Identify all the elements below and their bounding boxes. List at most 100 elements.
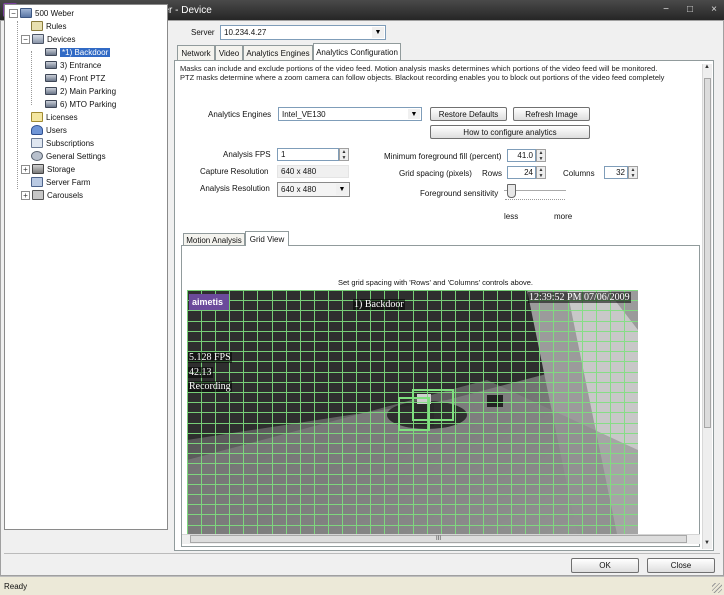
- resize-grip-icon[interactable]: [712, 583, 722, 593]
- tree-item-label: Subscriptions: [46, 138, 95, 148]
- how-to-configure-button[interactable]: How to configure analytics: [430, 125, 590, 139]
- sensitivity-less-label: less: [504, 212, 519, 221]
- expand-icon[interactable]: +: [21, 190, 30, 200]
- columns-label: Columns: [563, 169, 595, 178]
- description-line: Masks can include and exclude portions o…: [180, 64, 658, 73]
- collapse-icon[interactable]: −: [21, 34, 30, 44]
- tree-item-entrance[interactable]: 3) Entrance: [45, 59, 101, 71]
- vertical-scroll-thumb[interactable]: [704, 78, 711, 428]
- restore-defaults-button[interactable]: Restore Defaults: [430, 107, 507, 121]
- tab-grid-view[interactable]: Grid View: [245, 231, 289, 246]
- tree-item-users[interactable]: Users: [31, 124, 67, 136]
- analytics-engine-value: Intel_VE130: [282, 109, 326, 119]
- tree-item-rules[interactable]: Rules: [31, 20, 66, 32]
- min-fill-spinner-icon[interactable]: ▲ ▼: [536, 149, 546, 162]
- collapse-icon[interactable]: −: [9, 8, 18, 18]
- devices-icon: [32, 34, 44, 44]
- tree-item-server[interactable]: − 500 Weber: [9, 7, 74, 19]
- analysis-fps-label: Analysis FPS: [223, 150, 271, 159]
- minimize-button[interactable]: −: [660, 4, 672, 15]
- tab-video[interactable]: Video: [215, 45, 243, 60]
- maximize-button[interactable]: □: [684, 4, 696, 15]
- camera-icon: [45, 61, 57, 69]
- tree-item-storage[interactable]: + Storage: [21, 163, 75, 175]
- close-window-button[interactable]: ×: [708, 4, 720, 15]
- video-preview[interactable]: [187, 290, 638, 534]
- tree-item-subscriptions[interactable]: Subscriptions: [31, 137, 94, 149]
- tree-item-label: Storage: [47, 164, 76, 174]
- aimetis-logo: aimetis: [189, 294, 229, 310]
- horizontal-scroll-thumb[interactable]: III: [190, 535, 687, 543]
- rows-input[interactable]: 24: [507, 166, 536, 179]
- description-line: PTZ masks determine where a zoom camera …: [180, 73, 665, 82]
- tab-network[interactable]: Network: [177, 45, 215, 60]
- analysis-resolution-select[interactable]: 640 x 480 ▼: [277, 182, 350, 197]
- overlay-value: 42.13: [188, 367, 213, 378]
- overlay-fps: 5.128 FPS: [188, 352, 232, 363]
- tree-item-label: 500 Weber: [35, 8, 74, 18]
- tree-item-label: Server Farm: [46, 177, 91, 187]
- grid-hint-text: Set grid spacing with 'Rows' and 'Column…: [338, 278, 533, 287]
- tree-item-label: Carousels: [47, 190, 84, 200]
- rows-spinner-icon[interactable]: ▲ ▼: [536, 166, 546, 179]
- tree-item-label: General Settings: [46, 151, 106, 161]
- tree-item-label: Users: [46, 125, 67, 135]
- sensitivity-more-label: more: [554, 212, 573, 221]
- separator: [4, 553, 720, 554]
- fps-spinner-icon[interactable]: ▲ ▼: [339, 148, 349, 161]
- tab-analytics-configuration[interactable]: Analytics Configuration: [313, 43, 401, 60]
- tree-item-front-ptz[interactable]: 4) Front PTZ: [45, 72, 105, 84]
- camera-icon: [45, 87, 57, 95]
- storage-icon: [32, 164, 44, 174]
- dropdown-arrow-icon[interactable]: ▼: [372, 27, 384, 38]
- scroll-down-icon[interactable]: ▼: [704, 540, 710, 546]
- min-foreground-fill-label: Minimum foreground fill (percent): [384, 152, 502, 161]
- tree-item-server-farm[interactable]: Server Farm: [31, 176, 90, 188]
- min-foreground-fill-input[interactable]: 41.0: [507, 149, 536, 162]
- analysis-resolution-value: 640 x 480: [281, 185, 317, 194]
- analysis-fps-input[interactable]: 1: [277, 148, 339, 161]
- sensitivity-slider-thumb[interactable]: [506, 184, 516, 198]
- subscriptions-icon: [31, 138, 43, 148]
- tree-item-label: 2) Main Parking: [60, 86, 117, 96]
- carousels-icon: [32, 190, 44, 200]
- capture-resolution-value: 640 x 480: [277, 165, 349, 178]
- tree-item-label: 4) Front PTZ: [60, 73, 106, 83]
- tree-item-general-settings[interactable]: General Settings: [31, 150, 106, 162]
- tree-item-devices[interactable]: − Devices: [21, 33, 75, 45]
- dropdown-arrow-icon[interactable]: ▼: [408, 109, 420, 119]
- overlay-timestamp: 12:39:52 PM 07/06/2009: [528, 292, 631, 303]
- ok-button[interactable]: OK: [571, 558, 639, 573]
- tree-item-mto-parking[interactable]: 6) MTO Parking: [45, 98, 116, 110]
- columns-input[interactable]: 32: [604, 166, 628, 179]
- slider-ticks: [505, 199, 565, 203]
- tree-item-label: *1) Backdoor: [60, 47, 111, 57]
- overlay-recording-status: Recording: [188, 381, 232, 392]
- dropdown-arrow-icon[interactable]: ▼: [336, 184, 348, 195]
- tree-item-label: 3) Entrance: [60, 60, 102, 70]
- refresh-image-button[interactable]: Refresh Image: [513, 107, 590, 121]
- tree-item-backdoor[interactable]: *1) Backdoor: [45, 46, 111, 58]
- close-button[interactable]: Close: [647, 558, 715, 573]
- description-text: Masks can include and exclude portions o…: [180, 64, 702, 82]
- licenses-icon: [31, 112, 43, 122]
- server-select[interactable]: 10.234.4.27 ▼: [220, 25, 386, 40]
- status-bar: Ready: [0, 576, 724, 595]
- tab-analytics-engines[interactable]: Analytics Engines: [243, 45, 313, 60]
- server-icon: [20, 8, 32, 18]
- users-icon: [31, 125, 43, 135]
- server-value: 10.234.4.27: [224, 28, 267, 37]
- rows-label: Rows: [482, 169, 503, 178]
- navigation-tree: − 500 Weber Rules − Devices *1) Backdoor…: [4, 4, 168, 530]
- scroll-up-icon[interactable]: ▲: [704, 64, 710, 70]
- grid-spacing-label: Grid spacing (pixels): [399, 169, 472, 178]
- video-frame-svg: [187, 290, 638, 534]
- tree-item-main-parking[interactable]: 2) Main Parking: [45, 85, 116, 97]
- expand-icon[interactable]: +: [21, 164, 30, 174]
- columns-spinner-icon[interactable]: ▲ ▼: [628, 166, 638, 179]
- tree-item-carousels[interactable]: + Carousels: [21, 189, 83, 201]
- analytics-engine-select[interactable]: Intel_VE130 ▼: [278, 107, 422, 121]
- tree-item-licenses[interactable]: Licenses: [31, 111, 78, 123]
- analysis-resolution-label: Analysis Resolution: [200, 184, 270, 193]
- server-label: Server: [191, 28, 215, 37]
